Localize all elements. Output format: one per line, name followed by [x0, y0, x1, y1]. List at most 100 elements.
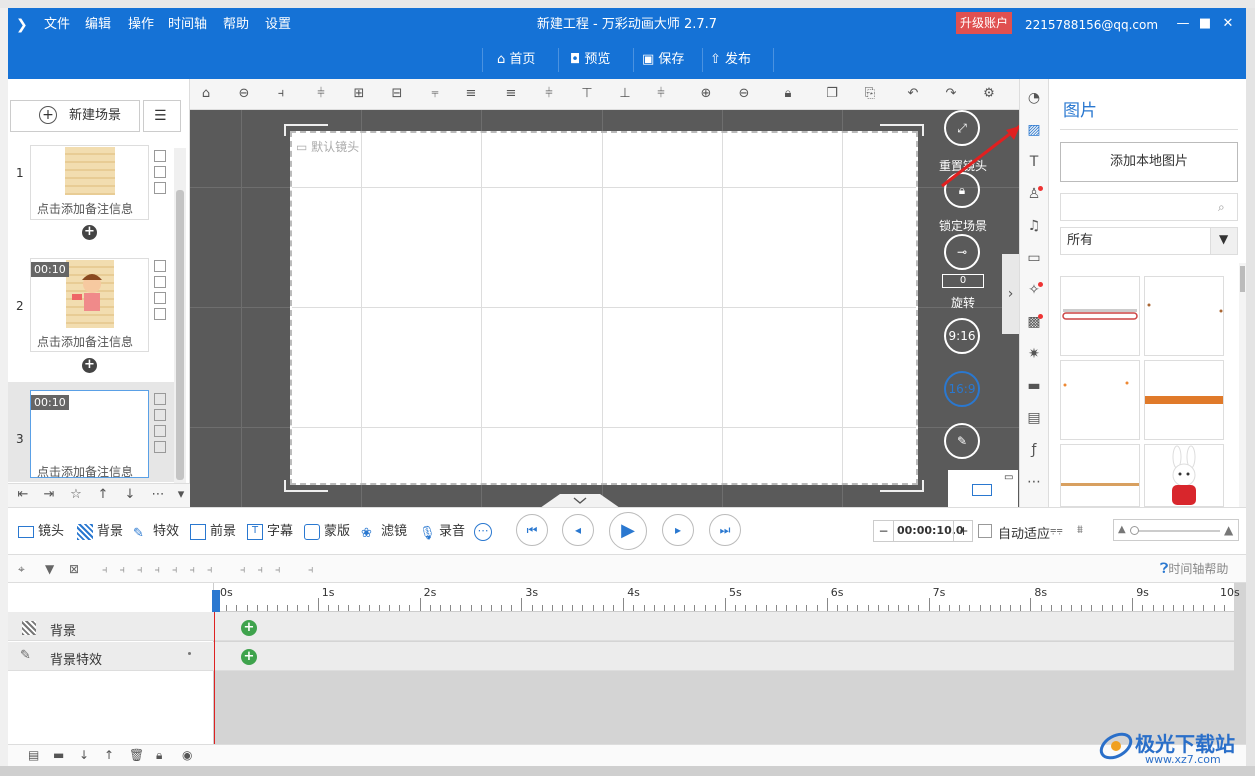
play-button[interactable]: ▶ [609, 512, 647, 550]
timeline-zoom-slider[interactable]: ▲ ▲ [1113, 519, 1239, 541]
next-frame-button[interactable]: ▸ [662, 514, 694, 546]
home-button[interactable]: ⌂ 首页 [493, 46, 535, 74]
clear-icon[interactable]: ⊠ [69, 562, 79, 576]
shape-icon[interactable]: ◔ [1024, 88, 1044, 108]
move-up-icon[interactable]: ↑ [96, 488, 110, 502]
scene-thumbnail[interactable] [66, 260, 114, 328]
home-view-icon[interactable]: ⌂ [199, 87, 213, 101]
new-scene-button[interactable]: + 新建场景 [10, 100, 140, 132]
delete-icon[interactable] [154, 409, 166, 421]
copy-icon[interactable] [154, 393, 166, 405]
copy-icon[interactable] [154, 260, 166, 272]
search-icon[interactable]: ⌕ [1218, 200, 1225, 215]
go-start-button[interactable]: ⏮ [516, 514, 548, 546]
export-icon[interactable] [154, 292, 166, 304]
effect-track-button[interactable]: ✎ 特效 [133, 522, 179, 542]
import-icon[interactable]: ⇤ [16, 488, 30, 502]
export-scene-icon[interactable]: ⇥ [42, 488, 56, 502]
zoom-out-icon[interactable]: ⊖ [737, 87, 751, 101]
redo-icon[interactable]: ↷ [944, 87, 958, 101]
canvas-minimap[interactable]: ▭ [948, 470, 1018, 507]
lock-track-icon[interactable]: 🔒︎ [156, 748, 162, 763]
move-down-icon[interactable]: ↓ [79, 748, 89, 762]
more-tracks-icon[interactable]: ⋯ [474, 523, 492, 541]
prev-frame-button[interactable]: ◂ [562, 514, 594, 546]
scene-note[interactable]: 点击添加备注信息 [37, 463, 147, 480]
rotate-dial[interactable]: ⊸ [944, 234, 980, 270]
foreground-track-button[interactable]: 前景 [190, 522, 236, 542]
edit-button[interactable]: ✎ [944, 423, 980, 459]
export-icon[interactable] [154, 182, 166, 194]
duplicate-icon[interactable] [154, 308, 166, 320]
copy-icon[interactable] [154, 150, 166, 162]
expand-panel-icon[interactable]: › [1002, 254, 1019, 334]
upgrade-account-button[interactable]: 升级账户 [956, 12, 1012, 34]
filter-track-button[interactable]: ❀ 滤镜 [361, 522, 407, 542]
add-scene-after-icon[interactable]: + [82, 358, 97, 373]
align-v-mid-icon[interactable]: ⫩ [654, 87, 668, 101]
ratio-916-button[interactable]: 9:16 [944, 318, 980, 354]
camera-track-button[interactable]: 镜头 [18, 522, 64, 542]
close-icon[interactable]: ✕ [1218, 14, 1238, 34]
scene-note[interactable]: 点击添加备注信息 [37, 333, 147, 350]
scene-sort-button[interactable]: ☰ [143, 100, 181, 132]
align-left-icon[interactable]: ⫞ [274, 87, 288, 101]
bubble-icon[interactable]: ▭ [1024, 248, 1044, 268]
star-icon[interactable]: ☆ [69, 488, 83, 502]
timeline-help-link[interactable]: ❓︎时间轴帮助 [1160, 560, 1228, 577]
paste-icon[interactable]: ⎘ [863, 87, 877, 101]
formula-icon[interactable]: ƒ [1024, 440, 1044, 460]
delete-icon[interactable] [154, 276, 166, 288]
duplicate-icon[interactable] [154, 441, 166, 453]
image-thumbnail[interactable] [1060, 360, 1140, 440]
settings-icon[interactable]: ⚙ [982, 87, 996, 101]
minimap-viewport[interactable] [972, 484, 992, 496]
slider-track[interactable] [1132, 530, 1220, 532]
ratio-169-button[interactable]: 16:9 [944, 371, 980, 407]
mask-track-button[interactable]: 蒙版 [304, 522, 350, 542]
time-decrease-icon[interactable]: − [874, 521, 894, 541]
user-account[interactable]: 2215788156@qq.com [1025, 14, 1158, 36]
chevron-down-icon[interactable]: ▼ [1210, 228, 1237, 254]
export-icon[interactable] [154, 425, 166, 437]
fit-height-icon[interactable]: ⩩ [1077, 523, 1083, 537]
panel-scrollbar-thumb[interactable] [1240, 266, 1245, 292]
time-increase-icon[interactable]: + [953, 521, 973, 541]
filter-tracks-icon[interactable]: ▼ [45, 562, 54, 576]
save-button[interactable]: ▣ 保存 [638, 46, 684, 74]
scene-scrollbar-thumb[interactable] [176, 190, 184, 480]
image-thumbnail[interactable] [1144, 444, 1224, 507]
align-center-icon[interactable]: ⫩ [314, 87, 328, 101]
delete-icon[interactable] [154, 166, 166, 178]
align-top-icon[interactable]: ⫧ [428, 87, 442, 101]
undo-icon[interactable]: ↶ [906, 87, 920, 101]
publish-button[interactable]: ⇧ 发布 [706, 46, 751, 74]
track-row-background[interactable] [8, 612, 1234, 641]
move-down-icon[interactable]: ↓ [123, 488, 137, 502]
auto-fit-checkbox[interactable] [978, 524, 992, 538]
background-track-button[interactable]: 背景 [77, 522, 123, 542]
align-v-top-icon[interactable]: ⊤ [580, 87, 594, 101]
distribute-icon[interactable]: ⊞ [352, 87, 366, 101]
fit-width-icon[interactable]: ⩦⩦ [1050, 523, 1063, 537]
zoom-in-icon[interactable]: ⊕ [699, 87, 713, 101]
record-track-button[interactable]: 🎙︎ 录音 [419, 522, 465, 542]
copy-icon[interactable]: ❐ [825, 87, 839, 101]
image-thumbnail[interactable] [1144, 276, 1224, 356]
scene-tools[interactable] [154, 393, 166, 457]
image-thumbnail[interactable] [1060, 444, 1140, 507]
add-keyframe-icon[interactable]: + [241, 649, 257, 665]
add-folder-icon[interactable]: ▤ [28, 748, 39, 762]
panel-scrollbar[interactable] [1239, 263, 1246, 507]
track-align-tools[interactable]: ⫞⫞⫞⫞⫞⫞⫞ ⫞⫞⫞ ⫞ [102, 563, 326, 577]
time-stepper[interactable]: − 00:00:10.0 + [873, 520, 973, 542]
align-v-bottom-icon[interactable]: ⊥ [618, 87, 632, 101]
image-search-input[interactable] [1060, 193, 1238, 221]
stage-canvas[interactable] [290, 131, 918, 485]
scene-tools[interactable] [154, 150, 166, 198]
more-options-icon[interactable]: ⊖ [237, 87, 251, 101]
visibility-icon[interactable]: ◉ [182, 748, 192, 762]
collapse-canvas-icon[interactable] [540, 494, 620, 508]
track-row-background-effect[interactable] [8, 642, 1234, 671]
scene-note[interactable]: 点击添加备注信息 [37, 200, 147, 217]
